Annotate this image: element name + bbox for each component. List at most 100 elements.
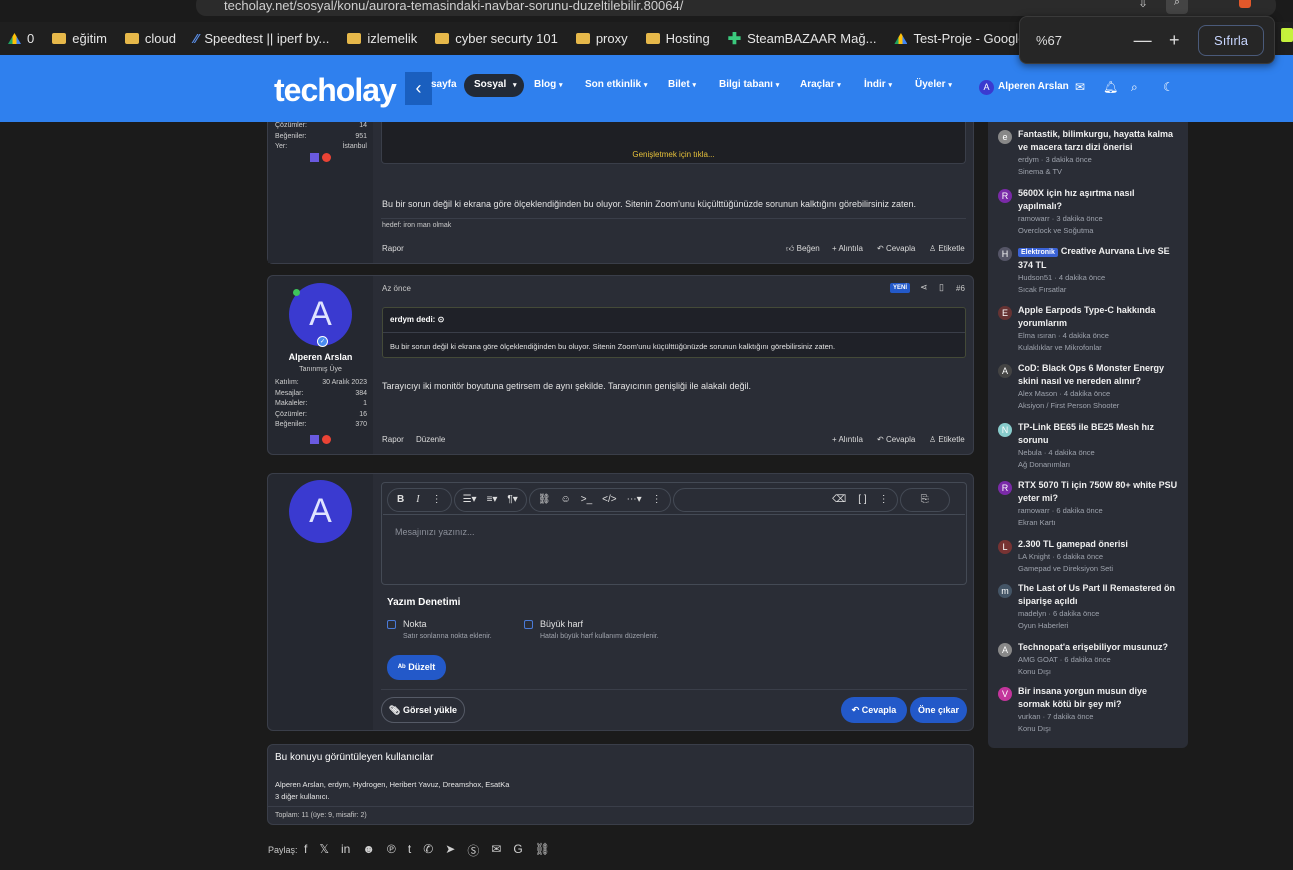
capital-option-label[interactable]: Büyük harf (540, 619, 583, 629)
sidebar-item-forum[interactable]: Sinema & TV (1018, 166, 1181, 178)
sidebar-item[interactable]: R RTX 5070 Ti için 750W 80+ white PSU yet… (996, 479, 1181, 529)
nav-item-bilet[interactable]: Bilet ▾ (668, 79, 696, 90)
sidebar-item[interactable]: A Technopat'a erişebiliyor musunuz? AMG GO… (996, 641, 1181, 678)
sidebar-item-title[interactable]: TP-Link BE65 ile BE25 Mesh hız sorunu (1018, 421, 1181, 447)
eraser-icon[interactable]: ⌫ (832, 494, 846, 505)
nav-user-name[interactable]: Alperen Arslan (998, 81, 1069, 92)
share-icon[interactable]: ⋖ (920, 282, 928, 293)
tag-button[interactable]: ♙ Etiketle (929, 435, 965, 444)
sidebar-item-forum[interactable]: Kulaklıklar ve Mikrofonlar (1018, 342, 1181, 354)
quote-author[interactable]: erdym dedi: ⊙ (390, 315, 444, 324)
site-logo[interactable]: techolay (274, 72, 397, 109)
sidebar-item[interactable]: L 2.300 TL gamepad önerisi LA Knight · 6 d… (996, 538, 1181, 575)
quote-button[interactable]: + Alıntıla (832, 244, 863, 253)
sidebar-item-title[interactable]: 2.300 TL gamepad önerisi (1018, 538, 1181, 551)
sidebar-item[interactable]: V Bir insana yorgun musun diye sormak köt… (996, 685, 1181, 735)
preview-button[interactable]: Öne çıkar (910, 697, 967, 723)
sidebar-item-title[interactable]: Fantastik, bilimkurgu, hayatta kalma ve … (1018, 128, 1181, 154)
bookmark-steambazaar[interactable]: ✚ SteamBAZAAR Mağ... (728, 29, 877, 49)
bookmark-test-proje[interactable]: Test-Proje - Google... (894, 31, 1036, 46)
bookmark-icon[interactable]: ▯ (939, 282, 944, 293)
telegram-icon[interactable]: ➤ (445, 842, 455, 859)
sidebar-item-forum[interactable]: Konu Dışı (1018, 723, 1181, 735)
nav-item-bilgi-tabani[interactable]: Bilgi tabanı ▾ (719, 79, 779, 90)
align-icon[interactable]: ≡▾ (487, 494, 498, 505)
sidebar-item-forum[interactable]: Oyun Haberleri (1018, 620, 1181, 632)
more-vertical-icon[interactable]: ⋮ (652, 494, 662, 505)
address-bar[interactable]: techolay.net/sosyal/konu/aurora-temasind… (196, 0, 1276, 16)
message-input[interactable]: Mesajınızı yazınız... (395, 527, 475, 537)
bookmark-izlemelik[interactable]: izlemelik (347, 31, 417, 46)
more-vertical-icon[interactable]: ⋮ (432, 494, 442, 505)
preview-icon[interactable]: ⎘ (921, 494, 929, 505)
more-horizontal-icon[interactable]: ⋯▾ (627, 494, 642, 505)
capital-checkbox[interactable] (524, 620, 533, 629)
reply-button[interactable]: ↶ Cevapla (877, 435, 915, 444)
sidebar-item-title[interactable]: Apple Earpods Type-C hakkında yorumlarım (1018, 304, 1181, 330)
sidebar-item[interactable]: R 5600X için hız aşırtma nasıl yapılmalı?… (996, 187, 1181, 237)
tumblr-icon[interactable]: t (408, 842, 411, 859)
list-icon[interactable]: ☰▾ (463, 494, 477, 505)
tag-button[interactable]: ♙ Etiketle (929, 244, 965, 253)
skype-icon[interactable]: Ⓢ (467, 842, 479, 859)
nav-item-home[interactable]: sayfa (431, 79, 457, 90)
report-link[interactable]: Rapor (382, 244, 404, 253)
fix-button[interactable]: ᴬᵇ Düzelt (387, 655, 446, 680)
code-icon[interactable]: </> (602, 494, 616, 505)
bookmark-proxy[interactable]: proxy (575, 31, 628, 46)
sidebar-item[interactable]: H Elektronik Creative Aurvana Live SE 374 … (996, 245, 1181, 296)
download-icon[interactable]: ⇩ (1138, 0, 1148, 10)
reddit-icon[interactable]: ☻ (362, 842, 375, 859)
moon-icon[interactable]: ☾ (1163, 80, 1174, 94)
nav-item-son-etkinlik[interactable]: Son etkinlik ▾ (585, 79, 647, 90)
dot-option-label[interactable]: Nokta (403, 619, 427, 629)
link-icon[interactable]: ⛓ (538, 494, 551, 505)
sidebar-item[interactable]: m The Last of Us Part II Remastered ön si… (996, 582, 1181, 632)
sidebar-item-forum[interactable]: Konu Dışı (1018, 666, 1181, 678)
extension-icon[interactable] (1281, 28, 1293, 42)
brave-icon[interactable] (1239, 0, 1251, 8)
quote-button[interactable]: + Alıntıla (832, 435, 863, 444)
google-icon[interactable]: G (513, 842, 522, 859)
sidebar-item[interactable]: A CoD: Black Ops 6 Monster Energy skini n… (996, 362, 1181, 412)
search-icon[interactable]: ⌕ (1131, 80, 1138, 95)
image-attachment[interactable]: Genişletmek için tıkla... (381, 122, 966, 164)
sidebar-item-forum[interactable]: Ekran Kartı (1018, 517, 1181, 529)
sidebar-item[interactable]: e Fantastik, bilimkurgu, hayatta kalma ve… (996, 128, 1181, 178)
italic-icon[interactable]: I (416, 494, 419, 505)
nav-item-araclar[interactable]: Araçlar ▾ (800, 79, 841, 90)
post-2-username[interactable]: Alperen Arslan (268, 352, 373, 362)
sidebar-item-title[interactable]: RTX 5070 Ti için 750W 80+ white PSU yete… (1018, 479, 1181, 505)
more-vertical-icon[interactable]: ⋮ (879, 494, 889, 505)
bookmark-drive[interactable]: 0 (8, 31, 34, 46)
emoji-icon[interactable]: ☺ (561, 494, 571, 505)
sidebar-item-title[interactable]: CoD: Black Ops 6 Monster Energy skini na… (1018, 362, 1181, 388)
sidebar-item-forum[interactable]: Gamepad ve Direksiyon Seti (1018, 563, 1181, 575)
sidebar-item-title[interactable]: Technopat'a erişebiliyor musunuz? (1018, 641, 1181, 654)
terminal-icon[interactable]: >_ (581, 494, 592, 505)
sidebar-item[interactable]: N TP-Link BE65 ile BE25 Mesh hız sorunu Ne… (996, 421, 1181, 471)
bookmark-cloud[interactable]: cloud (124, 31, 176, 46)
post-number[interactable]: #6 (956, 284, 965, 293)
dot-checkbox[interactable] (387, 620, 396, 629)
zoom-in-button[interactable]: + (1158, 30, 1190, 51)
sidebar-item-forum[interactable]: Aksiyon / First Person Shooter (1018, 400, 1181, 412)
nav-item-indir[interactable]: İndir ▾ (864, 79, 892, 90)
post-2-time[interactable]: Az önce (382, 284, 411, 293)
email-icon[interactable]: ✉ (491, 842, 501, 859)
nav-item-uyeler[interactable]: Üyeler ▾ (915, 79, 952, 90)
sidebar-item-title[interactable]: Elektronik Creative Aurvana Live SE 374 T… (1018, 245, 1181, 272)
report-link[interactable]: Rapor (382, 435, 404, 444)
whatsapp-icon[interactable]: ✆ (423, 842, 433, 859)
nav-scroll-left-icon[interactable]: ‹ (405, 72, 432, 105)
upload-image-button[interactable]: 📎︎ Görsel yükle (381, 697, 465, 723)
sidebar-item-forum[interactable]: Ağ Donanımları (1018, 459, 1181, 471)
nav-item-blog[interactable]: Blog ▾ (534, 79, 563, 90)
user-avatar[interactable]: A (979, 80, 994, 95)
facebook-icon[interactable]: f (304, 842, 307, 859)
zoom-reset-button[interactable]: Sıfırla (1198, 24, 1264, 56)
bookmark-cyber[interactable]: cyber securty 101 (435, 31, 558, 46)
x-icon[interactable]: 𝕏 (319, 842, 329, 859)
sidebar-item-title[interactable]: 5600X için hız aşırtma nasıl yapılmalı? (1018, 187, 1181, 213)
bell-icon[interactable]: 🔔︎ (1103, 80, 1118, 94)
